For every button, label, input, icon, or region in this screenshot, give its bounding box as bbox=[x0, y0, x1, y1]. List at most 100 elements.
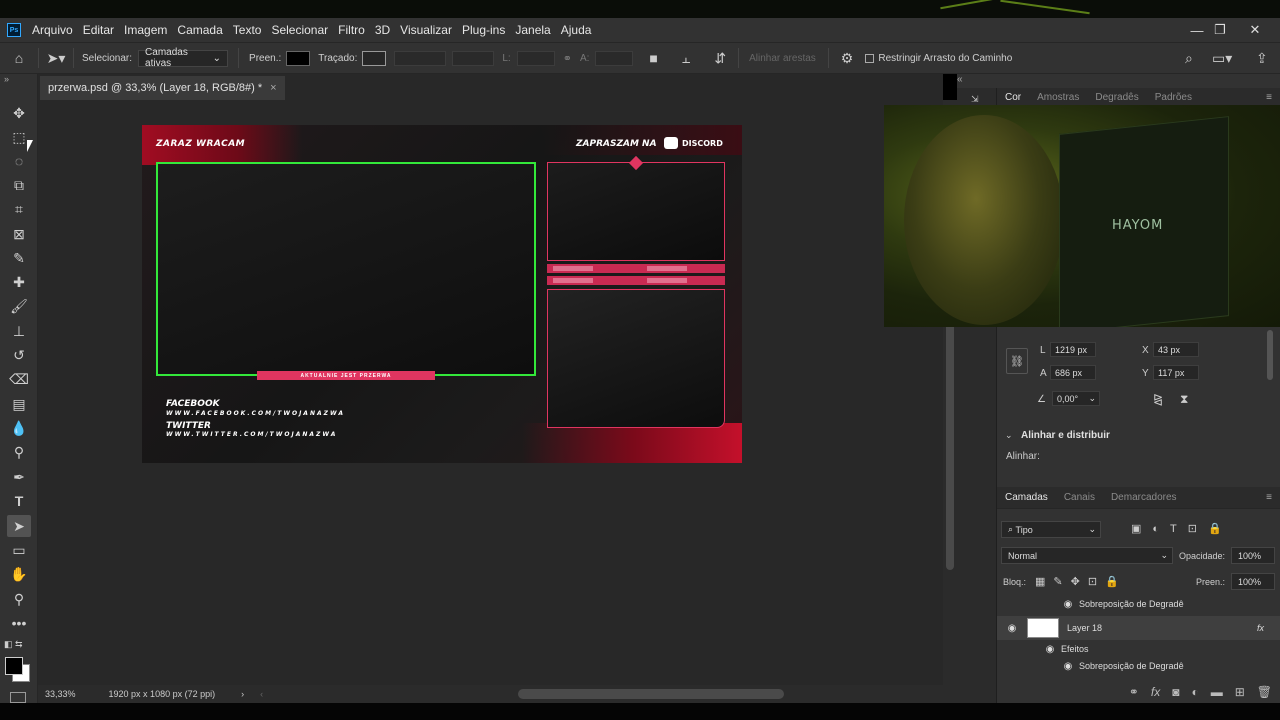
width-value-field[interactable]: 1219 px bbox=[1050, 342, 1096, 357]
align-distribute-header[interactable]: Alinhar e distribuir bbox=[1021, 430, 1110, 441]
stroke-color-swatch[interactable] bbox=[362, 50, 387, 66]
layer-effect-row[interactable]: ◉ Sobreposição de Degradê bbox=[997, 659, 1280, 673]
search-icon[interactable]: ⌕ bbox=[1185, 50, 1193, 67]
chevron-down-icon[interactable]: ⌄ bbox=[1005, 430, 1013, 441]
more-tools-icon[interactable]: ••• bbox=[7, 612, 31, 634]
collapse-arrows-icon[interactable]: « bbox=[957, 74, 997, 88]
stroke-type-dropdown[interactable] bbox=[452, 50, 495, 66]
collapse-arrows-icon[interactable]: » bbox=[4, 74, 9, 84]
chevron-right-icon[interactable]: › bbox=[241, 689, 244, 699]
path-operations-icon[interactable]: ■ bbox=[649, 50, 657, 66]
flip-vertical-icon[interactable]: ⧗ bbox=[1180, 392, 1188, 407]
layer-filter-dropdown[interactable]: ⌕ Tipo ⌄ bbox=[1001, 521, 1101, 538]
menu-filtro[interactable]: Filtro bbox=[333, 23, 370, 37]
fill-color-swatch[interactable] bbox=[286, 50, 311, 66]
layer-filter-icons[interactable]: ▣◐T⊡🔒 bbox=[1131, 522, 1233, 535]
layer-effect-row[interactable]: ◉ Sobreposição de Degradê bbox=[997, 597, 1280, 611]
tab-camadas[interactable]: Camadas bbox=[997, 492, 1056, 503]
menu-editar[interactable]: Editar bbox=[78, 23, 119, 37]
hand-tool-icon[interactable]: ✋ bbox=[7, 563, 31, 585]
new-group-icon[interactable]: ▬ bbox=[1211, 685, 1223, 699]
menu-ajuda[interactable]: Ajuda bbox=[556, 23, 597, 37]
tab-canais[interactable]: Canais bbox=[1056, 492, 1103, 503]
path-arrangement-icon[interactable]: ⇵ bbox=[714, 50, 726, 67]
menu-janela[interactable]: Janela bbox=[510, 23, 555, 37]
pen-tool-icon[interactable]: ✒ bbox=[7, 466, 31, 488]
new-layer-icon[interactable]: ⊞ bbox=[1235, 685, 1245, 699]
home-icon[interactable]: ⌂ bbox=[0, 50, 38, 66]
menu-3d[interactable]: 3D bbox=[370, 23, 395, 37]
angle-field[interactable]: 0,00° ⌄ bbox=[1052, 391, 1100, 406]
close-window-button[interactable]: ✕ bbox=[1240, 18, 1270, 42]
eye-icon[interactable]: ◉ bbox=[1043, 644, 1057, 655]
history-brush-tool-icon[interactable]: ↺ bbox=[7, 344, 31, 366]
menu-visualizar[interactable]: Visualizar bbox=[395, 23, 457, 37]
path-selection-tool-icon[interactable]: ➤ bbox=[7, 515, 31, 537]
eyedropper-tool-icon[interactable]: ✎ bbox=[7, 247, 31, 269]
quick-mask-icon[interactable] bbox=[10, 692, 26, 703]
type-tool-icon[interactable]: T bbox=[7, 490, 31, 512]
add-style-icon[interactable]: fx bbox=[1151, 685, 1160, 699]
healing-brush-tool-icon[interactable]: ✚ bbox=[7, 271, 31, 293]
history-panel-icon[interactable]: ⇲ bbox=[971, 94, 979, 105]
crop-tool-icon[interactable]: ⌗ bbox=[7, 198, 31, 220]
tab-demarcadores[interactable]: Demarcadores bbox=[1103, 492, 1185, 503]
menu-texto[interactable]: Texto bbox=[228, 23, 267, 37]
properties-scrollbar[interactable] bbox=[1267, 330, 1273, 380]
path-selection-tool-preset-icon[interactable]: ➤▾ bbox=[39, 50, 73, 67]
link-layers-icon[interactable]: ⚭ bbox=[1129, 685, 1139, 699]
panel-menu-icon[interactable]: ≡ bbox=[1266, 92, 1280, 103]
width-field[interactable] bbox=[516, 50, 555, 66]
link-icon[interactable]: ⚭ bbox=[563, 52, 572, 65]
rectangle-tool-icon[interactable]: ▭ bbox=[7, 539, 31, 561]
zoom-tool-icon[interactable]: ⚲ bbox=[7, 588, 31, 610]
share-icon[interactable]: ⇪ bbox=[1256, 50, 1268, 67]
layer-row-layer-18[interactable]: ◉ Layer 18 fx bbox=[997, 616, 1280, 640]
tab-padroes[interactable]: Padrões bbox=[1147, 92, 1200, 103]
foreground-color-swatch[interactable] bbox=[5, 657, 23, 675]
horizontal-scroll-thumb[interactable] bbox=[518, 689, 784, 699]
zoom-level[interactable]: 33,33% bbox=[45, 689, 76, 699]
add-mask-icon[interactable]: ◙ bbox=[1172, 685, 1179, 699]
panel-menu-icon[interactable]: ≡ bbox=[1266, 492, 1280, 503]
constrain-path-checkbox[interactable] bbox=[865, 53, 875, 63]
workspace-icon[interactable]: ▭▾ bbox=[1212, 50, 1232, 67]
object-selection-tool-icon[interactable]: ⧉ bbox=[7, 174, 31, 196]
stroke-width-field[interactable] bbox=[394, 50, 447, 66]
brush-tool-icon[interactable]: 🖌 bbox=[7, 295, 31, 317]
tab-amostras[interactable]: Amostras bbox=[1029, 92, 1087, 103]
blur-tool-icon[interactable]: 💧 bbox=[7, 417, 31, 439]
path-alignment-icon[interactable]: ⫠ bbox=[682, 50, 690, 67]
default-colors-icon[interactable]: ◧ ⇆ bbox=[4, 639, 23, 650]
blend-mode-dropdown[interactable]: Normal ⌄ bbox=[1001, 547, 1173, 564]
eraser-tool-icon[interactable]: ⌫ bbox=[7, 368, 31, 390]
clone-stamp-tool-icon[interactable]: ⊥ bbox=[7, 320, 31, 342]
trash-icon[interactable]: 🗑 bbox=[1257, 685, 1272, 699]
y-value-field[interactable]: 117 px bbox=[1153, 365, 1199, 380]
eye-icon[interactable]: ◉ bbox=[1061, 599, 1075, 610]
menu-imagem[interactable]: Imagem bbox=[119, 23, 172, 37]
fx-icon[interactable]: fx bbox=[1257, 623, 1264, 633]
restore-button[interactable]: ❐ bbox=[1205, 18, 1235, 42]
height-value-field[interactable]: 686 px bbox=[1050, 365, 1096, 380]
chevron-left-icon[interactable]: ‹ bbox=[260, 689, 263, 699]
menu-camada[interactable]: Camada bbox=[172, 23, 227, 37]
tab-degrades[interactable]: Degradês bbox=[1087, 92, 1146, 103]
fill-field[interactable]: 100% bbox=[1231, 573, 1275, 590]
dodge-tool-icon[interactable]: ⚲ bbox=[7, 441, 31, 463]
layer-effects-row[interactable]: ◉ Efeitos bbox=[997, 642, 1280, 656]
eye-icon[interactable]: ◉ bbox=[1005, 623, 1019, 634]
menu-plugins[interactable]: Plug-ins bbox=[457, 23, 510, 37]
lasso-tool-icon[interactable]: ◌ bbox=[7, 150, 31, 172]
gradient-tool-icon[interactable]: ▤ bbox=[7, 393, 31, 415]
move-tool-icon[interactable]: ✥ bbox=[7, 102, 31, 124]
gear-icon[interactable]: ⚙ bbox=[841, 50, 854, 67]
artboard-przerwa[interactable]: ZARAZ WRACAM ZAPRASZAM NA DISCORD AKTUAL… bbox=[142, 125, 742, 463]
opacity-field[interactable]: 100% bbox=[1231, 547, 1275, 564]
flip-horizontal-icon[interactable]: ⧎ bbox=[1153, 392, 1163, 406]
link-dimensions-icon[interactable]: ⛓ bbox=[1006, 348, 1028, 374]
x-value-field[interactable]: 43 px bbox=[1153, 342, 1199, 357]
lock-icons[interactable]: ▦✎✥⊡🔒 bbox=[1035, 575, 1127, 588]
document-tab[interactable]: przerwa.psd @ 33,3% (Layer 18, RGB/8#) *… bbox=[40, 76, 285, 100]
frame-tool-icon[interactable]: ⊠ bbox=[7, 223, 31, 245]
